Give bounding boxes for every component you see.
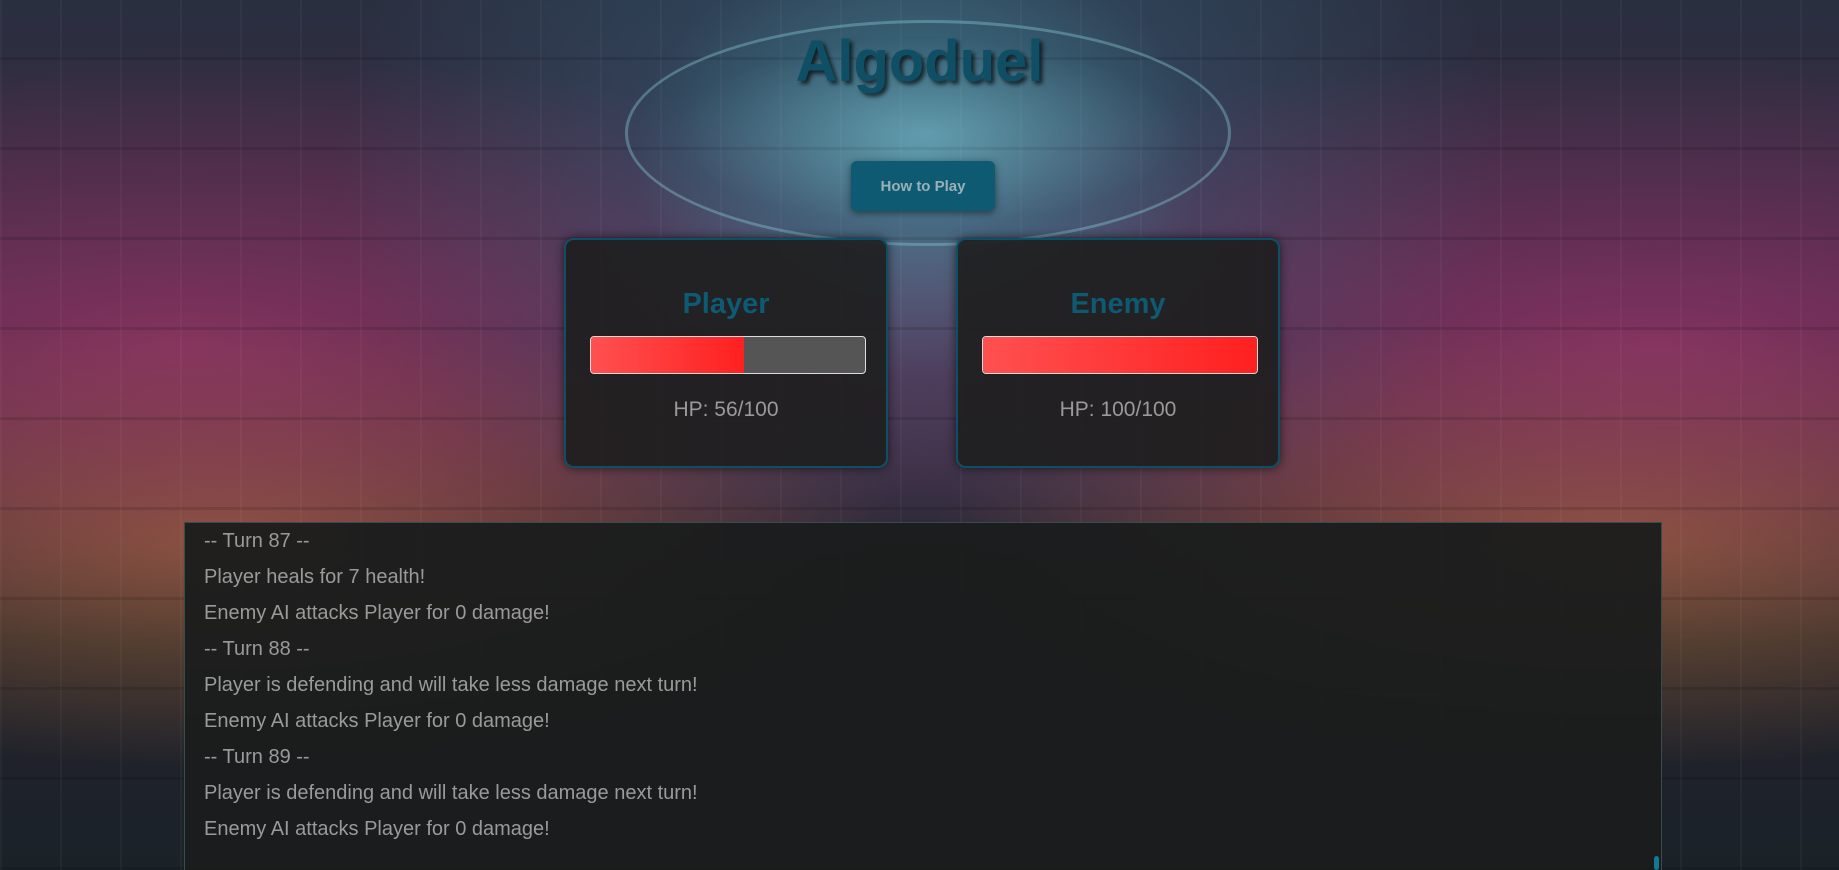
- log-line: -- Turn 89 --: [204, 746, 310, 768]
- how-to-play-button[interactable]: How to Play: [851, 161, 995, 211]
- battle-log[interactable]: -- Turn 87 -- Player heals for 7 health!…: [184, 522, 1662, 870]
- log-line: Player is defending and will take less d…: [204, 782, 698, 804]
- log-line: Enemy AI attacks Player for 0 damage!: [204, 602, 550, 624]
- enemy-hp-text: HP: 100/100: [1059, 398, 1177, 421]
- log-scrollbar-thumb[interactable]: [1654, 856, 1659, 870]
- enemy-card: Enemy HP: 100/100: [956, 238, 1280, 468]
- player-hp-text: HP: 56/100: [673, 398, 779, 421]
- game-title: Algoduel: [795, 29, 1044, 94]
- log-line: -- Turn 88 --: [204, 638, 310, 660]
- enemy-hp-fill: [983, 337, 1257, 373]
- log-line: Player is defending and will take less d…: [204, 674, 698, 696]
- player-hp-bar: [590, 336, 866, 374]
- log-line: Enemy AI attacks Player for 0 damage!: [204, 710, 550, 732]
- player-hp-fill: [591, 337, 745, 373]
- log-line: -- Turn 87 --: [204, 530, 310, 552]
- player-name: Player: [682, 288, 770, 320]
- enemy-hp-bar: [982, 336, 1258, 374]
- enemy-name: Enemy: [1070, 288, 1166, 320]
- log-line: Player heals for 7 health!: [204, 566, 426, 588]
- player-card: Player HP: 56/100: [564, 238, 888, 468]
- log-line: Enemy AI attacks Player for 0 damage!: [204, 818, 550, 840]
